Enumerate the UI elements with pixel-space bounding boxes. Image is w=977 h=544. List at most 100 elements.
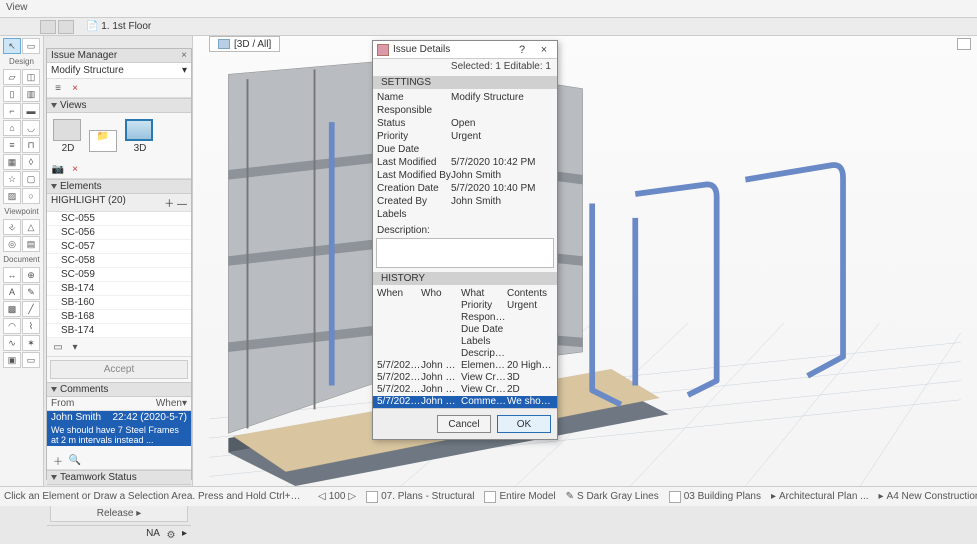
elements-header[interactable]: Elements [47, 179, 191, 194]
wall-tool[interactable]: ▱ [3, 69, 21, 85]
ok-button[interactable]: OK [497, 415, 551, 433]
element-item[interactable]: SC-055 [47, 212, 191, 226]
quick-plan[interactable]: ▸Architectural Plan ... [769, 491, 871, 502]
element-item[interactable]: SC-056 [47, 226, 191, 240]
column-tool[interactable]: ▯ [3, 86, 21, 102]
delete-view-icon[interactable]: × [68, 162, 82, 176]
beam-tool[interactable]: ⌐ [3, 103, 21, 119]
thumb-folder[interactable]: 📁 [89, 130, 119, 154]
value-name[interactable]: Modify Structure [451, 91, 553, 104]
value-duedate[interactable] [451, 143, 553, 156]
element-item[interactable]: SC-059 [47, 268, 191, 282]
quick-view-1[interactable]: 07. Plans - Structural [364, 491, 476, 503]
roof-tool[interactable]: ⌂ [3, 120, 21, 136]
history-row[interactable]: 5/7/2020 1...John SmithView Created3D [373, 372, 557, 384]
railing-tool[interactable]: ⊓ [22, 137, 40, 153]
thumb-3d[interactable]: 3D [125, 119, 155, 154]
spline-tool[interactable]: ∿ [3, 335, 21, 351]
release-button[interactable]: Release ▸ [50, 505, 188, 522]
element-item[interactable]: SB-174 [47, 324, 191, 338]
shell-tool[interactable]: ◡ [22, 120, 40, 136]
3d-viewport[interactable]: [3D / All] [192, 36, 977, 486]
element-item[interactable]: SB-168 [47, 310, 191, 324]
marquee-tool[interactable]: ▭ [22, 38, 40, 54]
comment-row-author[interactable]: John Smith 22:42 (2020-5-7) [47, 411, 191, 424]
mesh-tool[interactable]: ▨ [3, 188, 21, 204]
element-item[interactable]: SC-057 [47, 240, 191, 254]
figure-tool[interactable]: ▣ [3, 352, 21, 368]
element-item[interactable]: SC-058 [47, 254, 191, 268]
detail-tool[interactable]: ◎ [3, 236, 21, 252]
level-tool[interactable]: ⊕ [22, 267, 40, 283]
description-input[interactable] [376, 238, 554, 268]
arrow-tool[interactable]: ↖ [3, 38, 21, 54]
stair-tool[interactable]: ≡ [3, 137, 21, 153]
fill-tool[interactable]: ▩ [3, 301, 21, 317]
dim-tool[interactable]: ↔ [3, 267, 21, 283]
quick-model[interactable]: Entire Model [482, 491, 557, 503]
zone-tool[interactable]: ▢ [22, 171, 40, 187]
object-tool[interactable]: ☆ [3, 171, 21, 187]
select-icon[interactable]: ▭ [51, 340, 65, 354]
comment-row-text[interactable]: We should have 7 Steel Frames at 2 m int… [47, 424, 191, 446]
dialog-close-icon[interactable]: × [535, 43, 553, 57]
thumb-2d[interactable]: 2D [53, 119, 83, 154]
zoom-control[interactable]: ◁ 100 ▷ [316, 491, 358, 502]
menu-view[interactable]: View [6, 2, 28, 13]
curtain-tool[interactable]: ▦ [3, 154, 21, 170]
text-tool[interactable]: A [3, 284, 21, 300]
value-labels[interactable] [451, 208, 553, 221]
settings-icon[interactable]: ⚙ [164, 528, 178, 542]
history-row[interactable]: 5/7/2020 1...John SmithComment Cre...We … [373, 396, 557, 408]
morph-tool[interactable]: ◊ [22, 154, 40, 170]
cancel-button[interactable]: Cancel [437, 415, 491, 433]
value-priority[interactable]: Urgent [451, 130, 553, 143]
worksheet-tool[interactable]: ▤ [22, 236, 40, 252]
help-icon[interactable]: ? [513, 43, 531, 57]
delete-icon[interactable]: × [68, 81, 82, 95]
history-row[interactable]: Labels [373, 336, 557, 348]
close-icon[interactable]: × [181, 50, 187, 61]
floor-tab[interactable]: 📄 1. 1st Floor [86, 21, 151, 32]
window-tool[interactable]: ▥ [22, 86, 40, 102]
door-tool[interactable]: ◫ [22, 69, 40, 85]
teamwork-header[interactable]: Teamwork Status [47, 470, 191, 485]
label-tool[interactable]: ✎ [22, 284, 40, 300]
elevation-tool[interactable]: △ [22, 219, 40, 235]
accept-button[interactable]: Accept [50, 360, 188, 379]
polyline-tool[interactable]: ⌇ [22, 318, 40, 334]
tool-btn-2[interactable] [58, 20, 74, 34]
history-section[interactable]: HISTORY [373, 272, 557, 285]
comments-header[interactable]: Comments [47, 382, 191, 397]
add-view-icon[interactable]: 📷 [51, 162, 65, 176]
value-responsible[interactable] [451, 104, 553, 117]
quick-layout[interactable]: 03 Building Plans [667, 491, 763, 503]
drawing-tool[interactable]: ▭ [22, 352, 40, 368]
element-item[interactable]: SB-174 [47, 282, 191, 296]
issue-selector[interactable]: Modify Structure ▾ [47, 63, 191, 79]
highlight-header[interactable]: HIGHLIGHT (20)＋ — [47, 194, 191, 212]
element-item[interactable]: SB-160 [47, 296, 191, 310]
panel-titlebar[interactable]: Issue Manager × [47, 49, 191, 63]
history-row[interactable]: PriorityUrgent [373, 300, 557, 312]
history-row[interactable]: Due Date [373, 324, 557, 336]
dialog-titlebar[interactable]: Issue Details ? × [373, 41, 557, 59]
history-row[interactable]: Responsible [373, 312, 557, 324]
opening-tool[interactable]: ○ [22, 188, 40, 204]
search-icon[interactable]: 🔍 [68, 453, 82, 467]
line-tool[interactable]: ╱ [22, 301, 40, 317]
value-status[interactable]: Open [451, 117, 553, 130]
slab-tool[interactable]: ▬ [22, 103, 40, 119]
filter-icon[interactable]: ≡ [51, 81, 65, 95]
views-header[interactable]: Views [47, 98, 191, 113]
tool-btn-1[interactable] [40, 20, 56, 34]
quick-reno[interactable]: ▸A4 New Construction ... [877, 491, 977, 502]
dropdown-icon[interactable]: ▾ [68, 340, 82, 354]
hotspot-tool[interactable]: ✶ [22, 335, 40, 351]
history-row[interactable]: 5/7/2020 1...John SmithView Created2D [373, 384, 557, 396]
settings-section[interactable]: SETTINGS [373, 76, 557, 89]
history-row[interactable]: Description [373, 348, 557, 360]
quick-pen[interactable]: ✎ S Dark Gray Lines [564, 491, 661, 502]
history-row[interactable]: 5/7/2020 1...John SmithElements Add...20… [373, 360, 557, 372]
add-comment-icon[interactable]: ＋ [51, 453, 65, 467]
